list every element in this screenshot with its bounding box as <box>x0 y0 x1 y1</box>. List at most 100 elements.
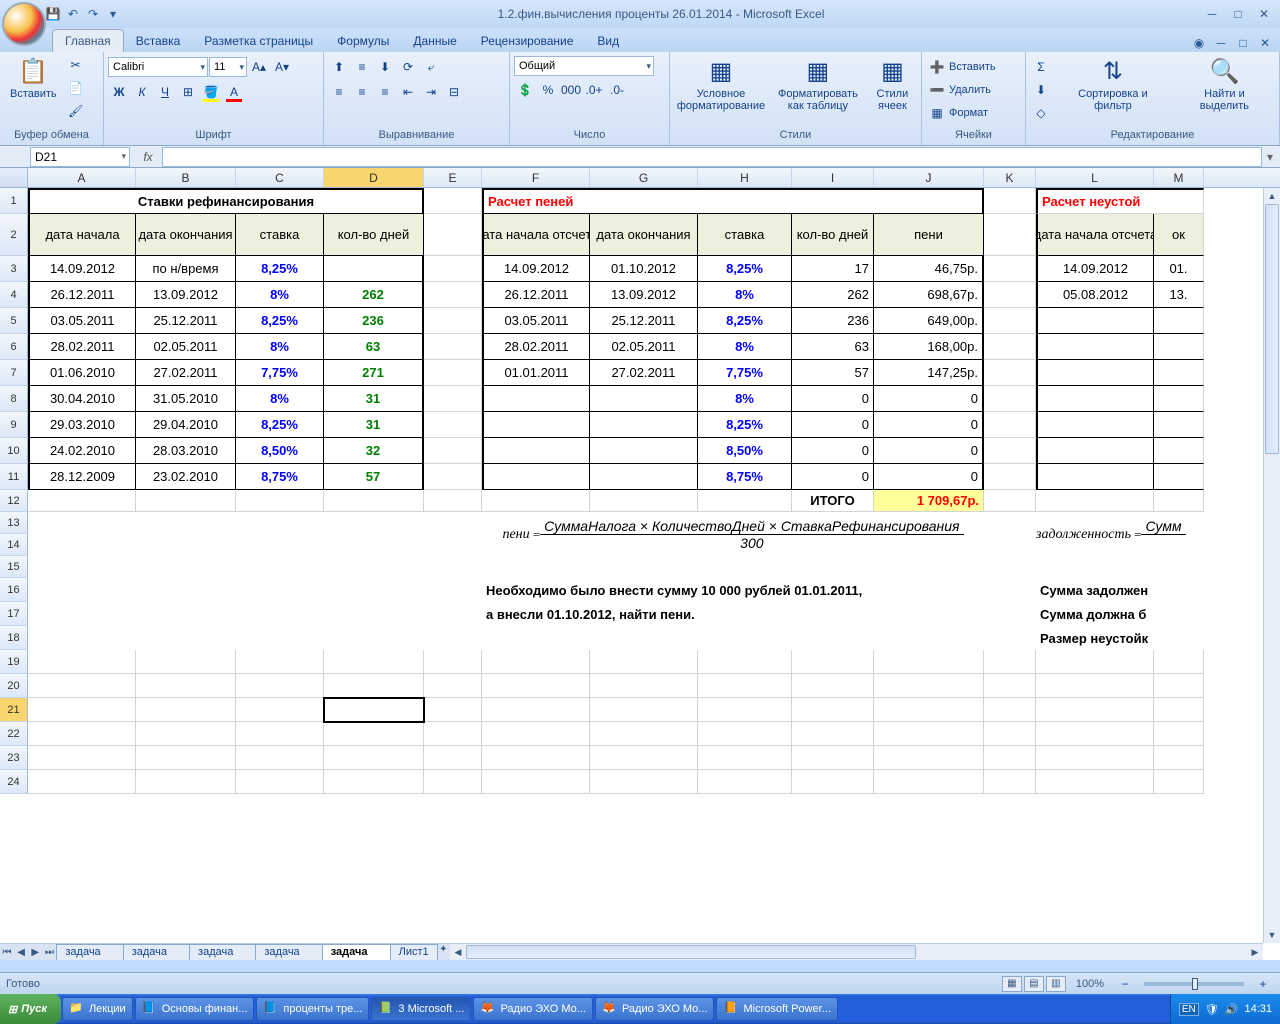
number-format-combo[interactable]: Общий <box>514 56 654 76</box>
cell[interactable] <box>984 214 1036 256</box>
cell[interactable]: 8% <box>236 334 324 360</box>
column-header[interactable]: M <box>1154 168 1204 187</box>
cell[interactable] <box>1154 722 1204 746</box>
cell[interactable]: 28.03.2010 <box>136 438 236 464</box>
cell[interactable]: ок <box>1154 214 1204 256</box>
cell[interactable] <box>482 386 590 412</box>
ribbon-minimize-icon[interactable]: ─ <box>1212 34 1230 52</box>
cell[interactable] <box>136 698 236 722</box>
cell[interactable] <box>984 578 1036 602</box>
tab-review[interactable]: Рецензирование <box>469 30 586 52</box>
cell[interactable] <box>792 650 874 674</box>
ribbon-close-icon[interactable]: ✕ <box>1256 34 1274 52</box>
cell[interactable] <box>236 746 324 770</box>
cell[interactable] <box>424 674 482 698</box>
cell[interactable]: 02.05.2011 <box>590 334 698 360</box>
row-header[interactable]: 24 <box>0 770 28 794</box>
column-header[interactable]: I <box>792 168 874 187</box>
tab-pagelayout[interactable]: Разметка страницы <box>192 30 325 52</box>
cell[interactable] <box>28 650 136 674</box>
close-icon[interactable]: ✕ <box>1252 5 1276 23</box>
cell[interactable]: 0 <box>874 438 984 464</box>
select-all-corner[interactable] <box>0 168 28 187</box>
undo-icon[interactable]: ↶ <box>64 5 82 23</box>
cell[interactable] <box>324 650 424 674</box>
format-cells-button[interactable]: ▦Формат <box>926 102 996 124</box>
cell[interactable]: 28.02.2011 <box>482 334 590 360</box>
cell[interactable]: 0 <box>792 464 874 490</box>
column-header[interactable]: E <box>424 168 482 187</box>
cell[interactable]: 29.04.2010 <box>136 412 236 438</box>
cell[interactable] <box>874 722 984 746</box>
cell[interactable] <box>136 722 236 746</box>
cell[interactable]: Сумма задолжен <box>1036 578 1204 602</box>
cell[interactable] <box>482 650 590 674</box>
cell[interactable]: 28.02.2011 <box>28 334 136 360</box>
scroll-down-icon[interactable]: ▼ <box>1264 927 1280 943</box>
cell[interactable]: 31 <box>324 386 424 412</box>
cell[interactable] <box>236 770 324 794</box>
cell[interactable] <box>1036 438 1154 464</box>
cell[interactable]: 01.06.2010 <box>28 360 136 386</box>
cell[interactable] <box>792 674 874 698</box>
border-icon[interactable]: ⊞ <box>177 81 199 103</box>
cell[interactable]: 0 <box>874 412 984 438</box>
cell[interactable]: Необходимо было внести сумму 10 000 рубл… <box>482 578 984 602</box>
cell-styles-button[interactable]: ▦Стили ячеек <box>868 54 917 114</box>
row-header[interactable]: 23 <box>0 746 28 770</box>
office-button[interactable] <box>2 2 46 46</box>
cell[interactable] <box>1036 746 1154 770</box>
tray-icon[interactable]: 🔊 <box>1225 1003 1239 1016</box>
cell[interactable] <box>984 674 1036 698</box>
formula-input[interactable] <box>162 147 1262 167</box>
cell[interactable] <box>324 770 424 794</box>
align-left-icon[interactable]: ≡ <box>328 81 350 103</box>
cell[interactable] <box>424 256 482 282</box>
cell[interactable] <box>590 650 698 674</box>
cell[interactable] <box>424 412 482 438</box>
column-header[interactable]: D <box>324 168 424 187</box>
cell[interactable] <box>792 770 874 794</box>
cell[interactable] <box>698 746 792 770</box>
cell[interactable] <box>324 674 424 698</box>
cell[interactable] <box>236 722 324 746</box>
cell[interactable] <box>236 698 324 722</box>
cell[interactable]: 25.12.2011 <box>590 308 698 334</box>
cell[interactable]: 24.02.2010 <box>28 438 136 464</box>
cell[interactable] <box>698 674 792 698</box>
cell[interactable] <box>1154 746 1204 770</box>
cell[interactable]: ставка <box>236 214 324 256</box>
cell[interactable] <box>236 674 324 698</box>
cell[interactable]: 262 <box>792 282 874 308</box>
cell[interactable] <box>1036 464 1154 490</box>
cell[interactable]: 01. <box>1154 256 1204 282</box>
cell[interactable] <box>984 770 1036 794</box>
cell[interactable] <box>792 722 874 746</box>
copy-icon[interactable]: 📄 <box>65 77 87 99</box>
row-header[interactable]: 10 <box>0 438 28 464</box>
cell[interactable]: 7,75% <box>236 360 324 386</box>
cell[interactable]: 26.12.2011 <box>28 282 136 308</box>
find-select-button[interactable]: 🔍Найти и выделить <box>1174 54 1275 114</box>
tab-home[interactable]: Главная <box>52 29 124 52</box>
cell[interactable] <box>1036 698 1154 722</box>
cell[interactable] <box>984 188 1036 214</box>
cell[interactable]: Расчет неустой <box>1036 188 1204 214</box>
cell[interactable]: 01.01.2011 <box>482 360 590 386</box>
cell[interactable] <box>1036 650 1154 674</box>
cell[interactable]: 27.02.2011 <box>590 360 698 386</box>
insert-sheet-icon[interactable]: ✦ <box>437 944 450 960</box>
increase-decimal-icon[interactable]: .0+ <box>583 79 605 101</box>
cell[interactable] <box>698 722 792 746</box>
cell[interactable]: 13. <box>1154 282 1204 308</box>
column-header[interactable]: G <box>590 168 698 187</box>
cell[interactable]: 7,75% <box>698 360 792 386</box>
cell[interactable]: 8,50% <box>236 438 324 464</box>
cell[interactable] <box>424 188 482 214</box>
cell[interactable] <box>792 698 874 722</box>
cell[interactable]: дата начала отсчета <box>1036 214 1154 256</box>
cell[interactable] <box>984 308 1036 334</box>
cell[interactable]: 32 <box>324 438 424 464</box>
cell[interactable]: 8% <box>698 334 792 360</box>
column-header[interactable]: J <box>874 168 984 187</box>
